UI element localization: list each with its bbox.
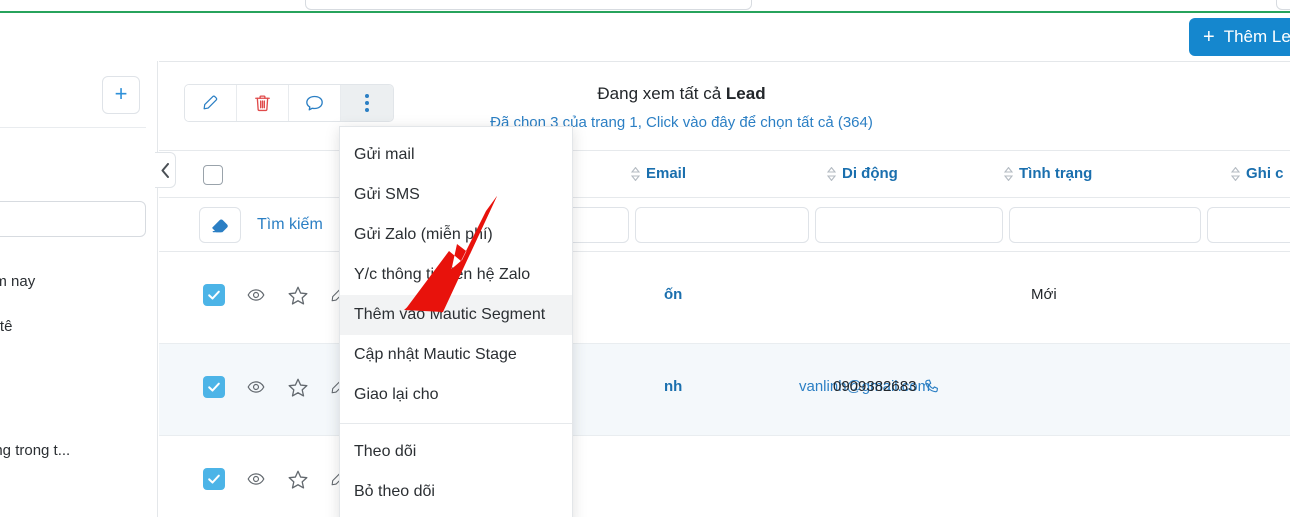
column-header-mobile-label: Di động	[842, 165, 898, 182]
filter-email-input[interactable]	[635, 207, 809, 243]
column-header-email[interactable]: Email	[631, 165, 686, 182]
phone-icon[interactable]	[923, 378, 940, 395]
eye-icon[interactable]	[245, 286, 267, 304]
star-icon[interactable]	[287, 285, 309, 306]
cell-name[interactable]: nh	[664, 378, 682, 395]
row-actions	[203, 468, 349, 490]
row-actions	[203, 376, 349, 398]
sidebar-item-1[interactable]: ôm nay	[0, 273, 35, 290]
table-header-row: E Email Di động	[159, 150, 1290, 198]
check-icon	[208, 474, 220, 484]
view-title-entity: Lead	[725, 84, 766, 103]
sidebar-collapse-handle[interactable]	[155, 152, 176, 188]
sidebar-divider	[0, 127, 146, 128]
filter-row: Tìm kiếm	[159, 198, 1290, 252]
menu-item-update-mautic-stage[interactable]: Cập nhật Mautic Stage	[340, 335, 572, 375]
table-row[interactable]	[159, 436, 1290, 517]
star-icon[interactable]	[287, 469, 309, 490]
view-title: Đang xem tất cả Lead	[159, 84, 1290, 104]
column-header-note-label: Ghi c	[1246, 165, 1284, 182]
clear-filters-button[interactable]	[199, 207, 241, 243]
menu-item-request-zalo-contact[interactable]: Y/c thông tin liên hệ Zalo	[340, 255, 572, 295]
green-divider	[0, 11, 1290, 13]
sort-icon	[631, 166, 640, 181]
chevron-left-icon	[161, 162, 169, 178]
menu-item-add-to-mautic-segment[interactable]: Thêm vào Mautic Segment	[340, 295, 572, 335]
filter-mobile-input[interactable]	[815, 207, 1003, 243]
add-lead-button[interactable]: + Thêm Lead	[1189, 18, 1290, 56]
menu-separator	[340, 423, 572, 424]
row-checkbox[interactable]	[203, 284, 225, 306]
cell-mobile: 0909382683	[833, 378, 940, 395]
sidebar-add-row: +	[0, 72, 158, 120]
eraser-icon	[212, 219, 228, 233]
column-header-status-label: Tình trạng	[1019, 165, 1093, 182]
column-header-status[interactable]: Tình trạng	[1004, 165, 1092, 182]
view-title-prefix: Đang xem tất cả	[597, 84, 726, 103]
table-row[interactable]: ốn Mới	[159, 252, 1290, 344]
main-panel: Đang xem tất cả Lead Đã chọn 3 của trang…	[159, 61, 1290, 517]
star-icon[interactable]	[287, 377, 309, 398]
sort-icon	[827, 166, 836, 181]
sidebar-item-2[interactable]: Y tê	[0, 318, 12, 335]
cell-name[interactable]: ốn	[664, 286, 682, 303]
sort-icon	[1004, 166, 1013, 181]
column-header-note[interactable]: Ghi c	[1231, 165, 1284, 182]
menu-item-unfollow[interactable]: Bỏ theo dõi	[340, 472, 572, 512]
sidebar: + ôm nay Y tê ăng trong t... ert	[0, 61, 158, 517]
table-row[interactable]: nh vanlinh@gmail.com 0909382683	[159, 344, 1290, 436]
menu-item-send-zalo[interactable]: Gửi Zalo (miễn phí)	[340, 215, 572, 255]
menu-item-send-mail[interactable]: Gửi mail	[340, 135, 572, 175]
sidebar-search-input[interactable]	[0, 201, 146, 237]
top-right-partial-control[interactable]	[1276, 0, 1290, 10]
sort-icon	[1231, 166, 1240, 181]
sidebar-add-button[interactable]: +	[102, 76, 140, 114]
sidebar-item-3[interactable]: ăng trong t...	[0, 442, 70, 459]
check-icon	[208, 382, 220, 392]
top-partial-input[interactable]	[305, 0, 752, 10]
cell-mobile-value: 0909382683	[833, 378, 917, 395]
row-checkbox[interactable]	[203, 376, 225, 398]
bulk-actions-dropdown-menu: Gửi mail Gửi SMS Gửi Zalo (miễn phí) Y/c…	[339, 126, 573, 517]
row-checkbox[interactable]	[203, 468, 225, 490]
plus-icon: +	[1203, 26, 1215, 48]
menu-item-reassign[interactable]: Giao lại cho	[340, 375, 572, 415]
filter-status-input[interactable]	[1009, 207, 1201, 243]
row-actions	[203, 284, 349, 306]
selection-note[interactable]: Đã chọn 3 của trang 1, Click vào đây để …	[159, 114, 1290, 131]
column-header-email-label: Email	[646, 165, 687, 182]
search-link[interactable]: Tìm kiếm	[257, 216, 323, 234]
eye-icon[interactable]	[245, 378, 267, 396]
app-root: + Thêm Lead + ôm nay Y tê ăng trong t...…	[0, 0, 1290, 517]
menu-item-follow[interactable]: Theo dõi	[340, 432, 572, 472]
filter-note-input[interactable]	[1207, 207, 1290, 243]
menu-item-send-sms[interactable]: Gửi SMS	[340, 175, 572, 215]
cell-status: Mới	[1031, 286, 1057, 303]
column-header-mobile[interactable]: Di động	[827, 165, 898, 182]
check-icon	[208, 290, 220, 300]
eye-icon[interactable]	[245, 470, 267, 488]
select-all-checkbox[interactable]	[203, 165, 223, 185]
add-lead-label: Thêm Lead	[1223, 27, 1290, 46]
